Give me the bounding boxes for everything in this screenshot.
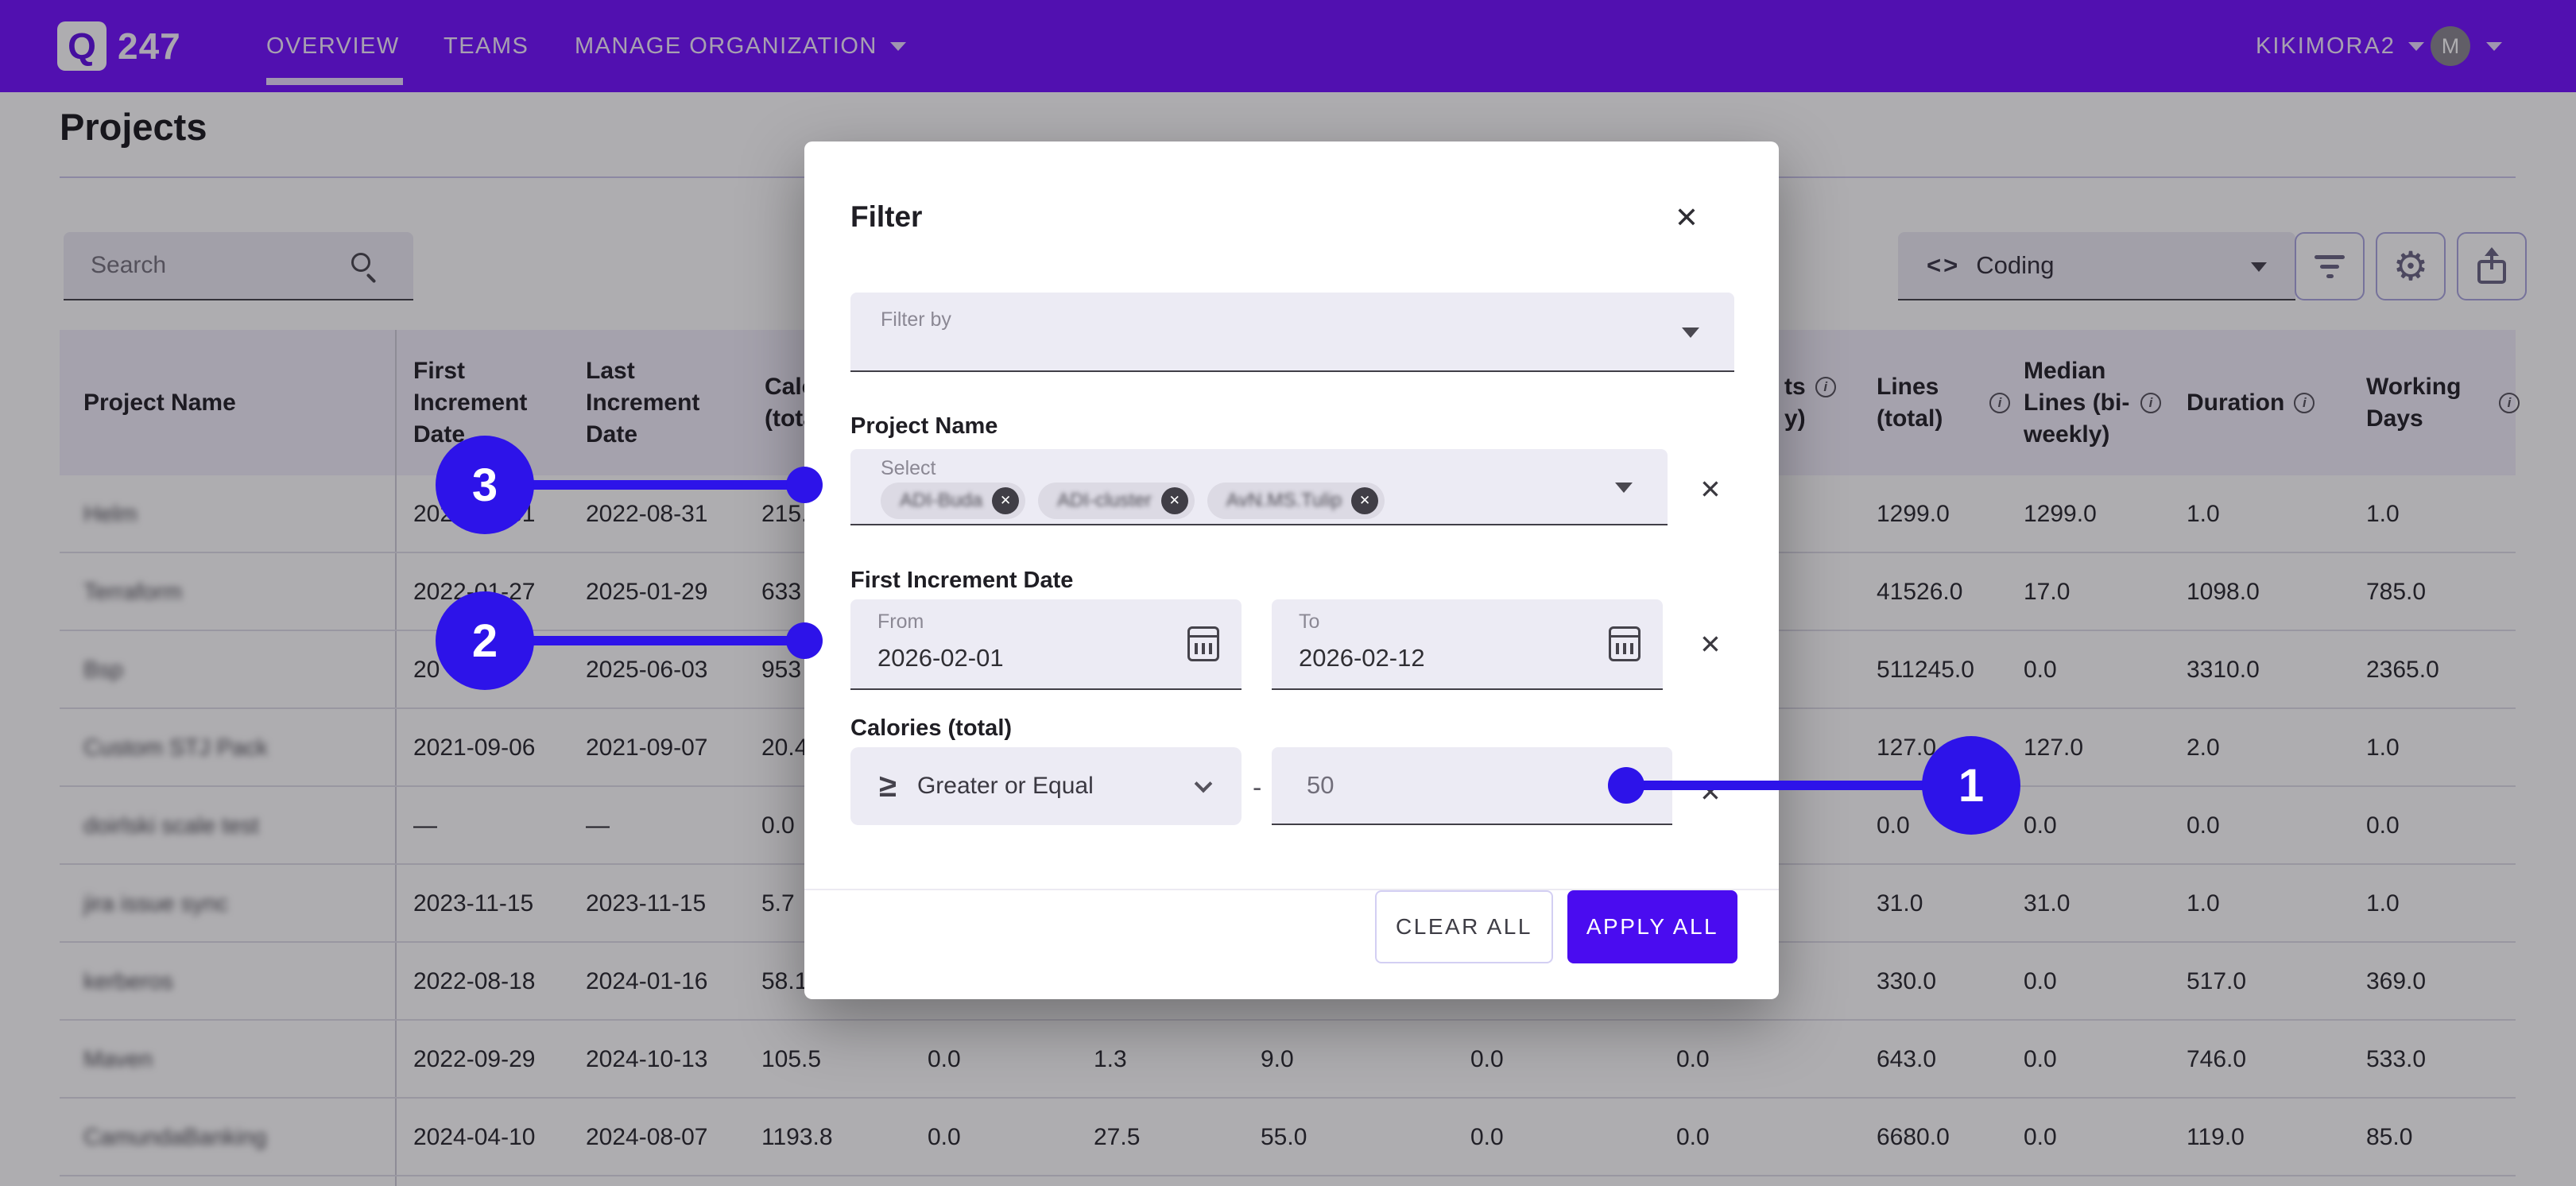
chip-label: ADI-cluster xyxy=(1057,490,1152,512)
project-chip[interactable]: ADI-cluster ✕ xyxy=(1038,483,1195,519)
filter-modal: Filter ✕ Filter by Project Name Select A… xyxy=(804,141,1779,999)
callout-1-dot xyxy=(1608,767,1644,804)
chevron-down-icon xyxy=(1195,775,1213,793)
apply-all-button[interactable]: APPLY ALL xyxy=(1567,890,1737,963)
filter-by-select[interactable]: Filter by xyxy=(850,293,1734,372)
close-icon[interactable]: ✕ xyxy=(1668,199,1706,237)
range-dash: - xyxy=(1253,773,1261,804)
chip-remove-icon[interactable]: ✕ xyxy=(992,487,1019,514)
from-label: From xyxy=(877,610,924,634)
chevron-down-icon xyxy=(1682,328,1699,338)
clear-all-button[interactable]: CLEAR ALL xyxy=(1375,890,1553,963)
to-value: 2026-02-12 xyxy=(1299,644,1425,672)
callout-2-badge: 2 xyxy=(436,591,534,690)
calories-value: 50 xyxy=(1307,771,1334,800)
callout-1-badge: 1 xyxy=(1922,736,2020,835)
select-placeholder: Select xyxy=(881,457,935,480)
chevron-down-icon xyxy=(1615,483,1633,493)
project-chip[interactable]: AvN.MS.Tulip ✕ xyxy=(1207,483,1385,519)
callout-3-badge: 3 xyxy=(436,436,534,534)
remove-date-filter-icon[interactable]: ✕ xyxy=(1693,626,1728,661)
calories-operator-select[interactable]: ≥ Greater or Equal xyxy=(850,747,1242,825)
date-from-input[interactable]: From 2026-02-01 xyxy=(850,599,1242,690)
callout-3-dot xyxy=(786,467,823,503)
from-value: 2026-02-01 xyxy=(877,644,1004,672)
callout-2-dot xyxy=(786,622,823,659)
chip-label: ADI-Buda xyxy=(900,490,982,512)
remove-project-filter-icon[interactable]: ✕ xyxy=(1693,471,1728,506)
calories-filter-label: Calories (total) xyxy=(850,715,1012,742)
calendar-icon[interactable] xyxy=(1187,626,1219,661)
filter-by-label: Filter by xyxy=(881,308,951,331)
first-increment-date-filter-label: First Increment Date xyxy=(850,568,1073,594)
modal-title: Filter xyxy=(850,200,922,234)
selected-project-chips: ADI-Buda ✕ ADI-cluster ✕ AvN.MS.Tulip ✕ xyxy=(881,483,1385,519)
chip-remove-icon[interactable]: ✕ xyxy=(1351,487,1378,514)
chip-remove-icon[interactable]: ✕ xyxy=(1161,487,1188,514)
project-name-multiselect[interactable]: Select ADI-Buda ✕ ADI-cluster ✕ AvN.MS.T… xyxy=(850,449,1668,525)
operator-value: Greater or Equal xyxy=(917,773,1094,800)
date-to-input[interactable]: To 2026-02-12 xyxy=(1272,599,1663,690)
to-label: To xyxy=(1299,610,1319,634)
project-chip[interactable]: ADI-Buda ✕ xyxy=(881,483,1025,519)
chip-label: AvN.MS.Tulip xyxy=(1226,490,1342,512)
greater-or-equal-icon: ≥ xyxy=(879,770,897,802)
calendar-icon[interactable] xyxy=(1609,626,1641,661)
project-name-filter-label: Project Name xyxy=(850,413,997,440)
remove-calories-filter-icon[interactable]: ✕ xyxy=(1693,774,1728,809)
